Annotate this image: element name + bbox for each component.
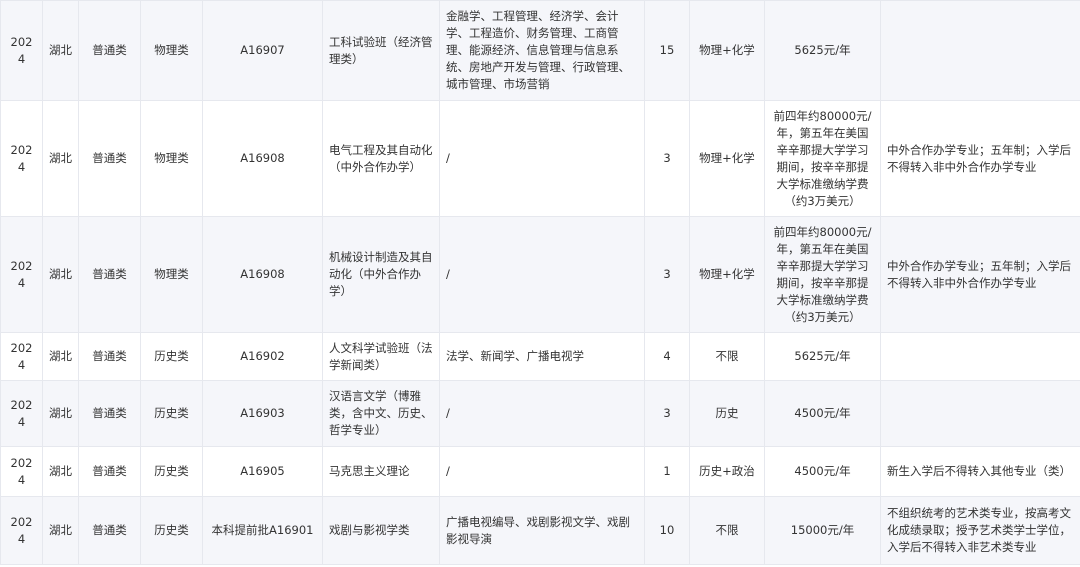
code-cell: A16908: [202, 100, 323, 217]
year-cell: 2024: [0, 496, 43, 565]
notes-cell: [880, 0, 1080, 101]
plan-count-cell: 3: [644, 100, 690, 217]
year-cell: 2024: [0, 332, 43, 381]
province-cell: 湖北: [42, 100, 79, 217]
tuition-cell: 4500元/年: [764, 380, 881, 447]
subject-cell: 历史类: [140, 496, 203, 565]
table-row: 2024 湖北 普通类 历史类 A16905 马克思主义理论/1 历史+政治 4500元/年新…: [0, 446, 1080, 497]
province-cell: 湖北: [42, 216, 79, 333]
code-cell: A16907: [202, 0, 323, 101]
province-cell: 湖北: [42, 446, 79, 497]
code-cell: A16903: [202, 380, 323, 447]
major-cell: 戏剧与影视学类: [322, 496, 440, 565]
year-cell: 2024: [0, 446, 43, 497]
included-majors-cell: /: [439, 446, 645, 497]
category-cell: 普通类: [78, 216, 141, 333]
subject-cell: 历史类: [140, 446, 203, 497]
included-majors-cell: 广播电视编导、戏剧影视文学、戏剧影视导演: [439, 496, 645, 565]
major-cell: 人文科学试验班（法学新闻类）: [322, 332, 440, 381]
tuition-cell: 4500元/年: [764, 446, 881, 497]
subject-cell: 历史类: [140, 332, 203, 381]
category-cell: 普通类: [78, 100, 141, 217]
category-cell: 普通类: [78, 0, 141, 101]
subject-cell: 物理类: [140, 0, 203, 101]
subject-requirement-cell: 物理+化学: [689, 216, 765, 333]
included-majors-cell: /: [439, 380, 645, 447]
major-cell: 汉语言文学（博雅类，含中文、历史、哲学专业）: [322, 380, 440, 447]
major-cell: 电气工程及其自动化（中外合作办学）: [322, 100, 440, 217]
province-cell: 湖北: [42, 0, 79, 101]
notes-cell: 中外合作办学专业；五年制；入学后不得转入非中外合作办学专业: [880, 216, 1080, 333]
included-majors-cell: 法学、新闻学、广播电视学: [439, 332, 645, 381]
notes-cell: 中外合作办学专业；五年制；入学后不得转入非中外合作办学专业: [880, 100, 1080, 217]
plan-count-cell: 1: [644, 446, 690, 497]
tuition-cell: 前四年约80000元/年，第五年在美国辛辛那提大学学习期间，按辛辛那提大学标准缴…: [764, 216, 881, 333]
included-majors-cell: /: [439, 100, 645, 217]
subject-cell: 物理类: [140, 216, 203, 333]
tuition-cell: 5625元/年: [764, 332, 881, 381]
code-cell: A16905: [202, 446, 323, 497]
table-row: 2024 湖北 普通类 历史类 本科提前批A16901 戏剧与影视学类 广播电视编导、戏剧影…: [0, 496, 1080, 565]
admission-plan-table: 2024 湖北 普通类 物理类 A16907 工科试验班（经济管理类） 金融学、工程管理、经…: [0, 0, 1080, 565]
tuition-cell: 15000元/年: [764, 496, 881, 565]
subject-requirement-cell: 历史: [689, 380, 765, 447]
plan-count-cell: 10: [644, 496, 690, 565]
code-cell: A16902: [202, 332, 323, 381]
table-row: 2024 湖北 普通类 历史类 A16903 汉语言文学（博雅类，含中文、历史、哲学专业）…: [0, 380, 1080, 447]
plan-count-cell: 3: [644, 380, 690, 447]
province-cell: 湖北: [42, 496, 79, 565]
table-row: 2024 湖北 普通类 物理类 A16907 工科试验班（经济管理类） 金融学、工程管理、经…: [0, 0, 1080, 101]
plan-count-cell: 3: [644, 216, 690, 333]
tuition-cell: 前四年约80000元/年，第五年在美国辛辛那提大学学习期间，按辛辛那提大学标准缴…: [764, 100, 881, 217]
tuition-cell: 5625元/年: [764, 0, 881, 101]
subject-cell: 历史类: [140, 380, 203, 447]
subject-requirement-cell: 不限: [689, 496, 765, 565]
subject-requirement-cell: 历史+政治: [689, 446, 765, 497]
notes-cell: 不组织统考的艺术类专业，按高考文化成绩录取；授予艺术类学士学位，入学后不得转入非…: [880, 496, 1080, 565]
category-cell: 普通类: [78, 496, 141, 565]
table-row: 2024 湖北 普通类 物理类 A16908 电气工程及其自动化（中外合作办学）/3 物理+…: [0, 100, 1080, 217]
table-row: 2024 湖北 普通类 物理类 A16908 机械设计制造及其自动化（中外合作办学）/3 物…: [0, 216, 1080, 333]
notes-cell: 新生入学后不得转入其他专业（类）: [880, 446, 1080, 497]
plan-count-cell: 15: [644, 0, 690, 101]
table-row: 2024 湖北 普通类 历史类 A16902 人文科学试验班（法学新闻类） 法学、新闻学、广…: [0, 332, 1080, 381]
included-majors-cell: 金融学、工程管理、经济学、会计学、工程造价、财务管理、工商管理、能源经济、信息管…: [439, 0, 645, 101]
major-cell: 工科试验班（经济管理类）: [322, 0, 440, 101]
major-cell: 马克思主义理论: [322, 446, 440, 497]
plan-count-cell: 4: [644, 332, 690, 381]
subject-cell: 物理类: [140, 100, 203, 217]
major-cell: 机械设计制造及其自动化（中外合作办学）: [322, 216, 440, 333]
notes-cell: [880, 380, 1080, 447]
year-cell: 2024: [0, 380, 43, 447]
code-cell: A16908: [202, 216, 323, 333]
year-cell: 2024: [0, 0, 43, 101]
subject-requirement-cell: 物理+化学: [689, 0, 765, 101]
province-cell: 湖北: [42, 380, 79, 447]
code-cell: 本科提前批A16901: [202, 496, 323, 565]
category-cell: 普通类: [78, 380, 141, 447]
notes-cell: [880, 332, 1080, 381]
category-cell: 普通类: [78, 446, 141, 497]
subject-requirement-cell: 物理+化学: [689, 100, 765, 217]
included-majors-cell: /: [439, 216, 645, 333]
province-cell: 湖北: [42, 332, 79, 381]
year-cell: 2024: [0, 216, 43, 333]
year-cell: 2024: [0, 100, 43, 217]
category-cell: 普通类: [78, 332, 141, 381]
subject-requirement-cell: 不限: [689, 332, 765, 381]
